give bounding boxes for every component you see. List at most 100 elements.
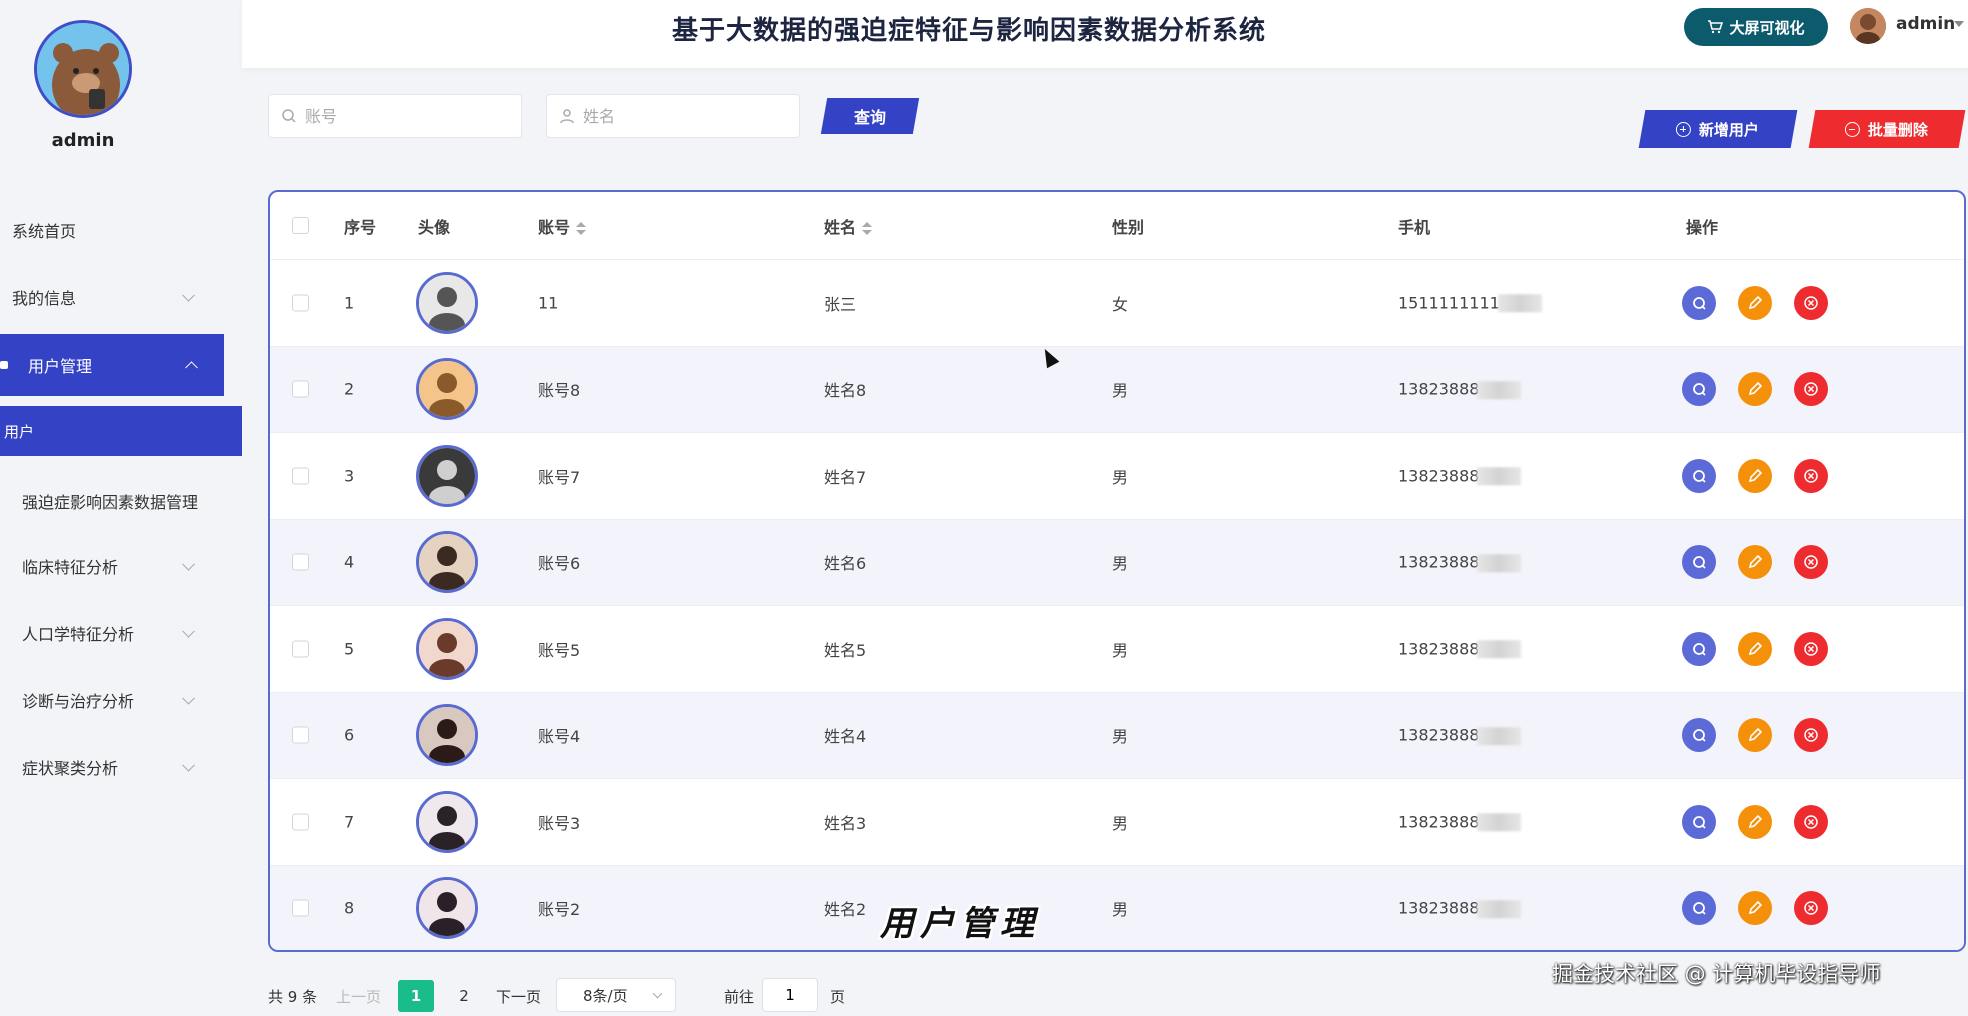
cell-name: 姓名4 <box>824 727 867 747</box>
redaction-blur <box>1497 294 1542 313</box>
edit-button[interactable] <box>1738 458 1772 493</box>
cell-name: 姓名3 <box>824 813 867 833</box>
cell-gender: 男 <box>1112 900 1129 920</box>
pencil-icon <box>1748 468 1763 482</box>
col-header-avatar: 头像 <box>418 218 451 237</box>
search-icon <box>1693 815 1706 829</box>
sidebar-avatar[interactable] <box>34 20 132 118</box>
cell-account: 账号7 <box>538 467 581 487</box>
view-button[interactable] <box>1682 804 1716 839</box>
sidebar-item-label: 强迫症影响因素数据管理 <box>22 493 199 512</box>
pencil-icon <box>1748 295 1763 309</box>
pagination-total: 共 9 条 <box>268 988 318 1006</box>
col-header-account[interactable]: 账号 <box>538 214 587 238</box>
page-2-button[interactable]: 2 <box>446 980 482 1012</box>
chevron-down-icon <box>182 557 195 571</box>
redaction-blur <box>1477 554 1522 572</box>
cell-gender: 男 <box>1112 813 1129 833</box>
sidebar-item-demographic-analysis[interactable]: 人口学特征分析 <box>0 603 242 663</box>
edit-button[interactable] <box>1738 545 1772 580</box>
user-avatar <box>416 358 478 421</box>
cell-gender: 男 <box>1112 727 1129 747</box>
cell-gender: 男 <box>1112 554 1129 574</box>
header-avatar[interactable] <box>1850 8 1886 44</box>
page-size-select[interactable]: 8条/页 <box>556 978 676 1012</box>
view-button[interactable] <box>1682 372 1716 407</box>
next-page-button[interactable]: 下一页 <box>496 986 541 1007</box>
edit-button[interactable] <box>1738 718 1772 753</box>
user-avatar <box>416 271 478 334</box>
sidebar-username: admin <box>51 130 115 151</box>
delete-button[interactable] <box>1794 718 1828 753</box>
edit-button[interactable] <box>1738 631 1772 666</box>
sort-icon[interactable] <box>576 221 587 236</box>
row-checkbox[interactable] <box>292 553 309 571</box>
search-icon <box>1693 902 1706 915</box>
view-button[interactable] <box>1682 545 1716 580</box>
edit-button[interactable] <box>1738 372 1772 407</box>
sidebar-item-label: 我的信息 <box>12 289 77 308</box>
row-checkbox[interactable] <box>292 899 309 917</box>
delete-button[interactable] <box>1794 545 1828 580</box>
sidebar-subitem-users[interactable]: 用户 <box>0 406 242 456</box>
view-button[interactable] <box>1682 285 1716 320</box>
select-all-checkbox[interactable] <box>292 217 309 234</box>
sidebar-item-home[interactable]: 系统首页 <box>0 200 242 260</box>
row-checkbox[interactable] <box>292 813 309 831</box>
query-label: 查询 <box>853 110 886 127</box>
caret-down-icon[interactable] <box>1954 21 1964 27</box>
header-username[interactable]: admin <box>1896 14 1955 34</box>
delete-button[interactable] <box>1794 804 1828 839</box>
name-search-field[interactable] <box>546 94 800 138</box>
sidebar-item-ocd-factor-data[interactable]: 强迫症影响因素数据管理 <box>0 476 242 526</box>
sidebar-item-diagnosis-analysis[interactable]: 诊断与治疗分析 <box>0 670 242 730</box>
goto-page-input[interactable] <box>762 978 818 1012</box>
name-search-input[interactable] <box>583 106 783 126</box>
edit-button[interactable] <box>1738 891 1772 926</box>
account-search-field[interactable] <box>268 94 522 138</box>
cell-phone-value: 13823888 <box>1398 466 1480 485</box>
sidebar-item-symptom-clustering[interactable]: 症状聚类分析 <box>0 737 242 797</box>
batch-delete-button[interactable]: 批量删除 <box>1808 110 1966 148</box>
delete-button[interactable] <box>1794 458 1828 493</box>
delete-button[interactable] <box>1794 285 1828 320</box>
view-button[interactable] <box>1682 891 1716 926</box>
edit-button[interactable] <box>1738 285 1772 320</box>
delete-button[interactable] <box>1794 891 1828 926</box>
row-checkbox[interactable] <box>292 726 309 744</box>
cell-phone-value: 13823888 <box>1398 725 1480 745</box>
sort-icon[interactable] <box>862 221 873 236</box>
cell-phone: 13823888 <box>1398 380 1522 399</box>
row-checkbox[interactable] <box>292 640 309 658</box>
col-header-name[interactable]: 姓名 <box>824 214 873 238</box>
sidebar-item-clinical-analysis[interactable]: 临床特征分析 <box>0 536 242 596</box>
cell-name: 姓名5 <box>824 640 867 660</box>
chevron-up-icon <box>185 361 198 375</box>
bigscreen-label: 大屏可视化 <box>1729 18 1805 37</box>
view-button[interactable] <box>1682 631 1716 666</box>
bigscreen-button[interactable]: 大屏可视化 <box>1684 8 1828 46</box>
row-checkbox[interactable] <box>292 294 309 312</box>
page-1-button[interactable]: 1 <box>398 980 434 1012</box>
row-checkbox[interactable] <box>292 380 309 398</box>
delete-button[interactable] <box>1794 372 1828 407</box>
redaction-blur <box>1477 900 1522 918</box>
sidebar-item-my-info[interactable]: 我的信息 <box>0 267 242 327</box>
add-user-button[interactable]: 新增用户 <box>1638 110 1798 148</box>
close-circle-icon <box>1804 728 1818 742</box>
view-button[interactable] <box>1682 458 1716 493</box>
batch-delete-label: 批量删除 <box>1868 120 1929 139</box>
pencil-icon <box>1748 555 1763 569</box>
account-search-input[interactable] <box>305 106 505 126</box>
delete-button[interactable] <box>1794 631 1828 666</box>
close-circle-icon <box>1804 815 1818 829</box>
prev-page-button[interactable]: 上一页 <box>336 986 381 1007</box>
cell-name: 姓名7 <box>824 467 867 487</box>
sidebar-item-user-management[interactable]: 用户管理 <box>0 334 224 396</box>
query-button[interactable]: 查询 <box>820 98 920 134</box>
edit-button[interactable] <box>1738 804 1772 839</box>
view-button[interactable] <box>1682 718 1716 753</box>
close-circle-icon <box>1804 469 1818 483</box>
search-icon <box>282 109 296 123</box>
row-checkbox[interactable] <box>292 467 309 485</box>
